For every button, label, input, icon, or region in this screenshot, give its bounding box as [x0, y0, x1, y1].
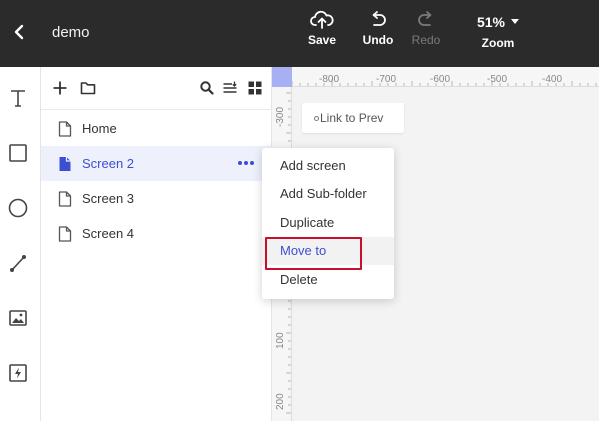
zoom-percent: 51%: [476, 14, 506, 30]
circle-icon[interactable]: [7, 197, 29, 219]
redo-label: Redo: [411, 33, 441, 47]
link-to-prev-widget[interactable]: Link to Prev: [302, 103, 404, 133]
save-button[interactable]: Save: [298, 10, 346, 60]
screen-context-menu: Add screen Add Sub-folder Duplicate Move…: [262, 148, 394, 299]
screen-item-screen-4[interactable]: Screen 4: [41, 216, 272, 251]
top-bar: demo Save Undo Redo 51% Zoom: [0, 0, 599, 67]
undo-button[interactable]: Undo: [354, 10, 402, 60]
undo-icon: [372, 11, 386, 26]
page-icon: [58, 121, 72, 137]
add-icon[interactable]: [52, 80, 68, 96]
redo-button[interactable]: Redo: [402, 10, 450, 60]
screen-item-home[interactable]: Home: [41, 111, 272, 146]
page-icon: [58, 226, 72, 242]
more-options-icon[interactable]: [238, 161, 258, 167]
folder-icon[interactable]: [80, 80, 96, 96]
screen-list: Home Screen 2 Screen 3 Screen 4: [41, 111, 272, 251]
save-label: Save: [307, 33, 337, 47]
menu-item-label: Add screen: [280, 158, 346, 173]
menu-item-delete[interactable]: Delete: [262, 266, 394, 294]
image-icon[interactable]: [7, 307, 29, 329]
project-title: demo: [52, 24, 90, 41]
screens-panel: Home Screen 2 Screen 3 Screen 4: [41, 67, 272, 421]
screen-label: Screen 4: [82, 226, 135, 241]
menu-item-label: Duplicate: [280, 215, 335, 230]
menu-item-move-to[interactable]: Move to: [262, 237, 394, 270]
ruler-tick-label: -700: [376, 74, 397, 85]
screen-item-screen-3[interactable]: Screen 3: [41, 181, 272, 216]
search-icon[interactable]: [199, 80, 215, 96]
text-icon[interactable]: [7, 87, 29, 109]
menu-item-add-screen[interactable]: Add screen: [262, 152, 394, 180]
sort-icon[interactable]: [222, 80, 238, 96]
ruler-tick-label: 200: [275, 393, 286, 410]
cloud-upload-icon: [310, 10, 334, 29]
line-icon[interactable]: [7, 252, 29, 274]
rectangle-icon[interactable]: [7, 142, 29, 164]
ruler-tick-label: -400: [542, 74, 563, 85]
ruler-tick-label: 100: [275, 332, 286, 349]
menu-item-label: Delete: [280, 272, 318, 287]
horizontal-ruler: -800 -700 -600 -500 -400: [272, 67, 599, 87]
ruler-tick-label: -500: [487, 74, 508, 85]
link-dot-icon: [314, 116, 319, 121]
zoom-control[interactable]: 51% Zoom: [468, 10, 528, 60]
link-chip-label: Link to Prev: [320, 111, 384, 125]
redo-icon: [418, 11, 432, 26]
ruler-tick-label: -800: [319, 74, 340, 85]
app-window: demo Save Undo Redo 51% Zoom Home Screen…: [0, 0, 599, 421]
lightning-icon[interactable]: [7, 362, 29, 384]
page-icon: [58, 191, 72, 207]
menu-item-label: Add Sub-folder: [280, 186, 367, 201]
back-chevron-icon[interactable]: [10, 22, 30, 42]
ruler-corner: [272, 67, 292, 87]
undo-label: Undo: [362, 33, 394, 47]
menu-item-duplicate[interactable]: Duplicate: [262, 209, 394, 237]
screen-item-screen-2[interactable]: Screen 2: [41, 146, 272, 181]
screen-label: Home: [82, 121, 117, 136]
zoom-value: 51%: [468, 14, 528, 30]
page-icon: [59, 157, 71, 171]
panel-header: [41, 67, 272, 110]
zoom-label: Zoom: [481, 36, 515, 50]
screen-label: Screen 2: [82, 156, 135, 171]
grid-view-icon[interactable]: [247, 80, 263, 96]
screen-label: Screen 3: [82, 191, 135, 206]
ruler-tick-label: -600: [430, 74, 451, 85]
caret-down-icon: [511, 18, 520, 24]
ruler-tick-label: -300: [275, 106, 286, 127]
menu-item-add-sub-folder[interactable]: Add Sub-folder: [262, 180, 394, 208]
tool-rail: [0, 67, 41, 421]
